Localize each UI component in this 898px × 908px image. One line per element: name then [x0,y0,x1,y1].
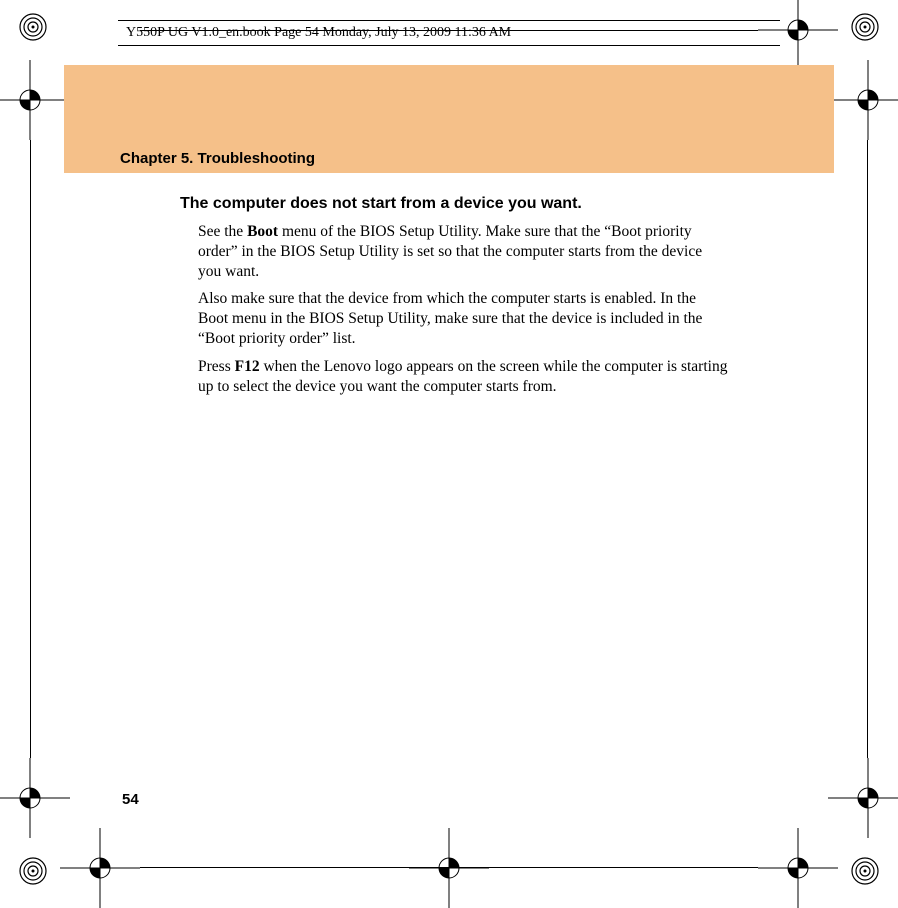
page-number: 54 [122,791,139,808]
registration-mark-icon [850,856,880,886]
bold-f12: F12 [235,358,260,375]
registration-mark-icon [18,12,48,42]
document-meta-text: Y550P UG V1.0_en.book Page 54 Monday, Ju… [126,25,511,40]
guide-line [140,867,758,868]
crosshair-mark-icon [758,828,838,908]
crosshair-mark-icon [409,828,489,908]
crosshair-mark-icon [0,758,70,838]
document-meta-line: Y550P UG V1.0_en.book Page 54 Monday, Ju… [118,20,780,46]
crosshair-mark-icon [828,60,898,140]
paragraph-2: Also make sure that the device from whic… [198,289,728,348]
registration-mark-icon [850,12,880,42]
crosshair-mark-icon [828,758,898,838]
guide-line [867,140,868,758]
body-text: See the Boot menu of the BIOS Setup Util… [198,222,728,405]
guide-line [30,140,31,758]
chapter-title: Chapter 5. Troubleshooting [120,150,315,167]
paragraph-3: Press F12 when the Lenovo logo appears o… [198,357,728,397]
topic-heading: The computer does not start from a devic… [180,195,582,213]
bold-boot: Boot [247,223,278,240]
crosshair-mark-icon [0,60,70,140]
registration-mark-icon [18,856,48,886]
crosshair-mark-icon [60,828,140,908]
paragraph-1: See the Boot menu of the BIOS Setup Util… [198,222,728,281]
